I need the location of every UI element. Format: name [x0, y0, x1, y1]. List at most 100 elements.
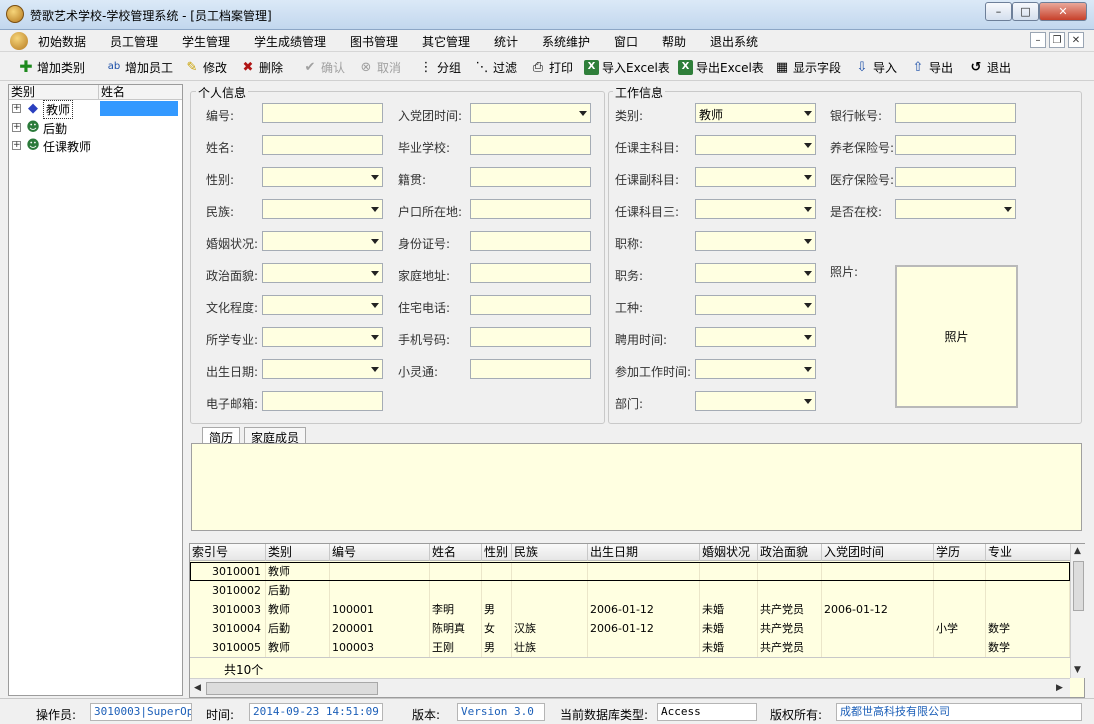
tree-selected-cell[interactable] [100, 101, 178, 116]
phs-field[interactable] [470, 359, 591, 379]
scroll-right-icon[interactable]: ▶ [1056, 683, 1063, 693]
menu-system[interactable]: 系统维护 [542, 33, 590, 50]
id-field[interactable] [262, 103, 383, 123]
grid-col-party-date[interactable]: 入党团时间 [822, 544, 934, 561]
id-card-field[interactable] [470, 231, 591, 251]
email-field[interactable] [262, 391, 383, 411]
vertical-scroll-thumb[interactable] [1073, 561, 1084, 611]
name-field[interactable] [262, 135, 383, 155]
menu-student[interactable]: 学生管理 [182, 33, 230, 50]
tab-family-members[interactable]: 家庭成员 [244, 427, 307, 445]
menu-employee[interactable]: 员工管理 [110, 33, 158, 50]
cancel-button[interactable]: ⊗ 取消 [358, 58, 401, 76]
scroll-up-icon[interactable]: ▲ [1074, 546, 1081, 556]
horizontal-scroll-thumb[interactable] [206, 682, 378, 695]
tree-node-logistics[interactable]: + ☻ 后勤 [9, 119, 182, 137]
grid-col-gender[interactable]: 性别 [482, 544, 512, 561]
resume-memo[interactable] [191, 443, 1082, 531]
hire-date-picker[interactable] [695, 327, 816, 347]
third-subject-select[interactable] [695, 199, 816, 219]
table-row[interactable]: 3010002 后勤 [190, 581, 1070, 600]
birthdate-picker[interactable] [262, 359, 383, 379]
party-date-picker[interactable] [470, 103, 591, 123]
title-bar[interactable]: 赞歌艺术学校-学校管理系统 - [员工档案管理] – □ ✕ [0, 0, 1094, 30]
menu-initial-data[interactable]: 初始数据 [38, 33, 86, 50]
tree-column-name[interactable]: 姓名 [99, 85, 182, 100]
expand-icon[interactable]: + [12, 141, 21, 150]
show-fields-button[interactable]: ▦ 显示字段 [774, 58, 841, 76]
menu-other[interactable]: 其它管理 [422, 33, 470, 50]
grid-vertical-scrollbar[interactable]: ▲ ▼ [1070, 544, 1085, 678]
gender-select[interactable] [262, 167, 383, 187]
tree-node-course-teacher[interactable]: + ☻ 任课教师 [9, 137, 182, 155]
grid-horizontal-scrollbar[interactable]: ◀ ▶ [190, 678, 1070, 697]
scroll-left-icon[interactable]: ◀ [194, 683, 201, 693]
table-row[interactable]: 3010003 教师 100001 李明男 2006-01-12 未婚 共产党员 2006-0… [190, 600, 1070, 619]
grid-col-index[interactable]: 索引号 [190, 544, 266, 561]
category-select[interactable]: 教师 [695, 103, 816, 123]
add-employee-button[interactable]: ab 增加员工 [106, 58, 173, 76]
second-subject-select[interactable] [695, 167, 816, 187]
tree-column-category[interactable]: 类别 [9, 85, 99, 100]
tab-resume[interactable]: 简历 [202, 427, 241, 445]
app-icon[interactable] [6, 5, 24, 23]
add-category-button[interactable]: ✚ 增加类别 [18, 58, 85, 76]
grid-col-major[interactable]: 专业 [986, 544, 1070, 561]
delete-button[interactable]: ✖ 删除 [240, 58, 283, 76]
photo-box[interactable]: 照片 [895, 265, 1018, 408]
mdi-minimize-button[interactable]: – [1030, 32, 1046, 48]
medical-insurance-field[interactable] [895, 167, 1016, 187]
address-field[interactable] [470, 263, 591, 283]
scroll-down-icon[interactable]: ▼ [1074, 665, 1081, 675]
expand-icon[interactable]: + [12, 104, 21, 113]
grid-col-id[interactable]: 编号 [330, 544, 430, 561]
menu-help[interactable]: 帮助 [662, 33, 686, 50]
household-field[interactable] [470, 199, 591, 219]
education-select[interactable] [262, 295, 383, 315]
menu-library[interactable]: 图书管理 [350, 33, 398, 50]
mdi-restore-button[interactable]: ❐ [1049, 32, 1065, 48]
political-select[interactable] [262, 263, 383, 283]
employee-grid[interactable]: 索引号 类别 编号 姓名 性别 民族 出生日期 婚姻状况 政治面貌 入党团时间 … [189, 543, 1085, 698]
confirm-button[interactable]: ✔ 确认 [302, 58, 345, 76]
grid-col-ethnicity[interactable]: 民族 [512, 544, 588, 561]
category-tree[interactable]: 类别 姓名 + ◆ 教师 + ☻ 后勤 + ☻ 任课教师 [8, 84, 183, 696]
bank-account-field[interactable] [895, 103, 1016, 123]
title-select[interactable] [695, 231, 816, 251]
grid-col-education[interactable]: 学历 [934, 544, 986, 561]
tree-node-teacher[interactable]: + ◆ 教师 [9, 100, 182, 119]
pension-field[interactable] [895, 135, 1016, 155]
main-subject-select[interactable] [695, 135, 816, 155]
marital-select[interactable] [262, 231, 383, 251]
menu-statistics[interactable]: 统计 [494, 33, 518, 50]
mdi-close-button[interactable]: ✕ [1068, 32, 1084, 48]
menu-window[interactable]: 窗口 [614, 33, 638, 50]
expand-icon[interactable]: + [12, 123, 21, 132]
menu-exit-system[interactable]: 退出系统 [710, 33, 758, 50]
import-excel-button[interactable]: X 导入Excel表 [584, 58, 670, 76]
maximize-button[interactable]: □ [1012, 2, 1039, 21]
at-school-select[interactable] [895, 199, 1016, 219]
minimize-button[interactable]: – [985, 2, 1012, 21]
school-field[interactable] [470, 135, 591, 155]
home-phone-field[interactable] [470, 295, 591, 315]
grid-col-birthdate[interactable]: 出生日期 [588, 544, 700, 561]
filter-button[interactable]: ⋱ 过滤 [474, 58, 518, 76]
system-menu-icon[interactable] [10, 32, 28, 50]
import-button[interactable]: ⇩ 导入 [854, 58, 897, 76]
exit-button[interactable]: ↺ 退出 [968, 58, 1011, 76]
export-excel-button[interactable]: X 导出Excel表 [678, 58, 764, 76]
grid-col-name[interactable]: 姓名 [430, 544, 482, 561]
print-button[interactable]: ⎙ 打印 [530, 58, 573, 76]
position-select[interactable] [695, 263, 816, 283]
major-select[interactable] [262, 327, 383, 347]
grid-col-political[interactable]: 政治面貌 [758, 544, 822, 561]
department-select[interactable] [695, 391, 816, 411]
group-button[interactable]: ⋮ 分组 [418, 58, 462, 76]
grid-col-category[interactable]: 类别 [266, 544, 330, 561]
table-row[interactable]: 3010004 后勤 200001 陈明真女汉族 2006-01-12 未婚 共产党员 小学数… [190, 619, 1070, 638]
mobile-field[interactable] [470, 327, 591, 347]
close-button[interactable]: ✕ [1039, 2, 1087, 21]
export-button[interactable]: ⇧ 导出 [910, 58, 953, 76]
work-start-picker[interactable] [695, 359, 816, 379]
